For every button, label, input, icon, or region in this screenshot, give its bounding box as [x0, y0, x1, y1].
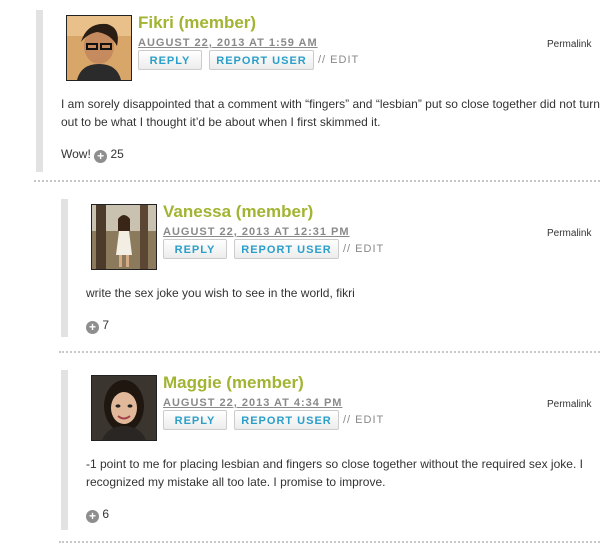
vote-area: + 6	[86, 507, 109, 523]
report-user-button[interactable]: REPORT USER	[234, 410, 339, 430]
vote-count: 6	[102, 507, 110, 521]
avatar[interactable]	[91, 375, 157, 441]
permalink-link[interactable]: Permalink	[547, 399, 591, 410]
comment-date[interactable]: AUGUST 22, 2013 AT 4:34 PM	[163, 397, 342, 409]
comment-thread-bar	[61, 370, 68, 530]
comment-maggie: Maggie (member) AUGUST 22, 2013 AT 4:34 …	[0, 0, 605, 554]
plus-circle-icon[interactable]: +	[86, 510, 99, 523]
comment-separator	[59, 541, 600, 543]
comment-author[interactable]: Maggie (member)	[163, 373, 304, 393]
comment-text: -1 point to me for placing lesbian and f…	[86, 457, 583, 489]
reply-button[interactable]: REPLY	[163, 410, 227, 430]
edit-link[interactable]: // EDIT	[343, 414, 384, 426]
